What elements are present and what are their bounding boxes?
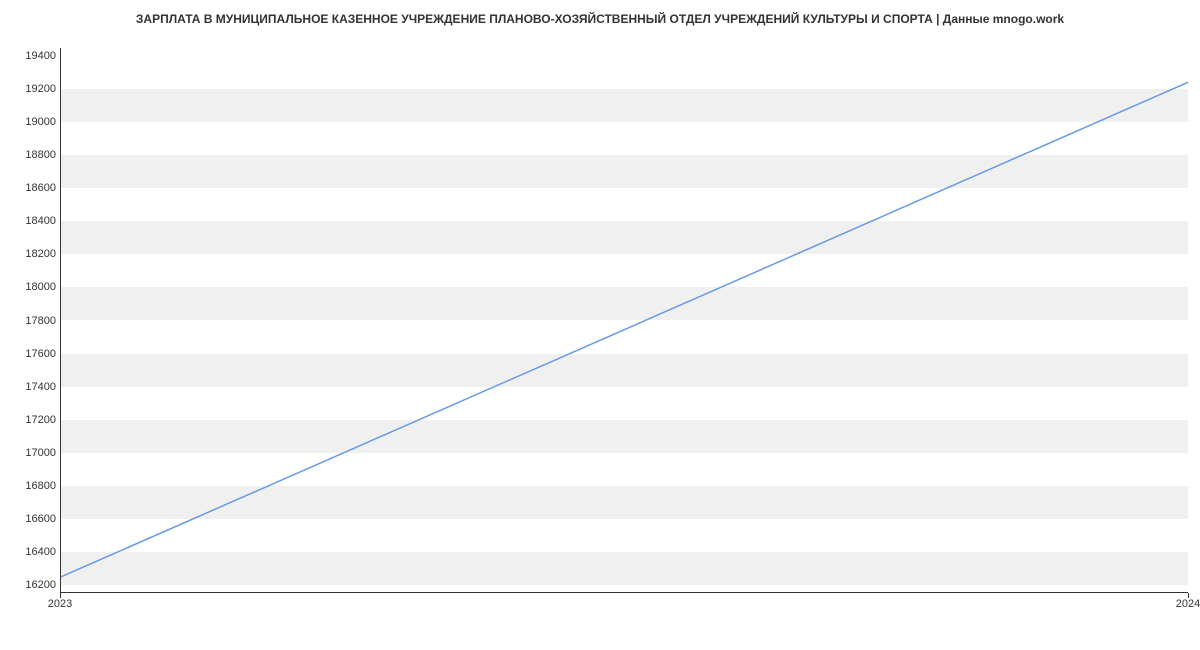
- x-tick-label: 2023: [48, 598, 72, 610]
- y-tick-label: 19400: [8, 50, 56, 62]
- y-tick-label: 17200: [8, 414, 56, 426]
- y-tick-label: 18200: [8, 248, 56, 260]
- y-tick-label: 18000: [8, 281, 56, 293]
- chart-title: ЗАРПЛАТА В МУНИЦИПАЛЬНОЕ КАЗЕННОЕ УЧРЕЖД…: [0, 12, 1200, 26]
- y-tick-label: 19200: [8, 83, 56, 95]
- y-tick-label: 18600: [8, 182, 56, 194]
- y-tick-label: 16600: [8, 513, 56, 525]
- line-series: [61, 48, 1188, 592]
- y-tick-label: 16800: [8, 480, 56, 492]
- y-tick-label: 18400: [8, 215, 56, 227]
- plot-area: [60, 48, 1188, 593]
- y-tick-label: 17400: [8, 381, 56, 393]
- y-tick-label: 16200: [8, 579, 56, 591]
- y-tick-label: 16400: [8, 546, 56, 558]
- x-tick-label: 2024: [1176, 598, 1200, 610]
- y-tick-label: 17000: [8, 447, 56, 459]
- y-tick-label: 18800: [8, 149, 56, 161]
- y-tick-label: 17800: [8, 315, 56, 327]
- y-tick-label: 19000: [8, 116, 56, 128]
- y-tick-label: 17600: [8, 348, 56, 360]
